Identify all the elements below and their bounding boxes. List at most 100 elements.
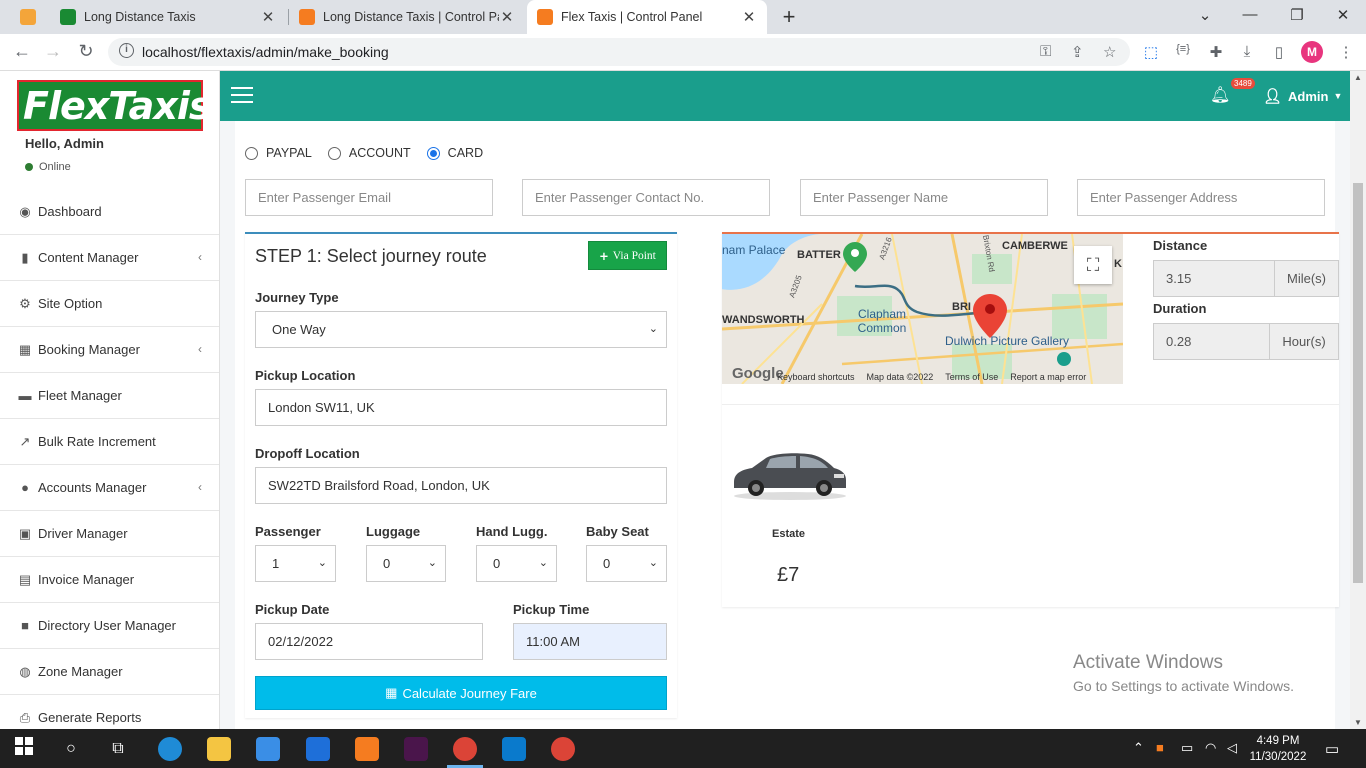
file-explorer-icon[interactable] bbox=[207, 737, 231, 761]
close-icon[interactable]: ✕ bbox=[499, 8, 515, 26]
sidebar-item-invoice-manager[interactable]: ▤ Invoice Manager bbox=[0, 557, 219, 603]
radio-card[interactable] bbox=[426, 146, 440, 160]
payment-option-account[interactable]: ACCOUNT bbox=[327, 146, 411, 160]
payment-option-card[interactable]: CARD bbox=[426, 146, 483, 160]
sidebar-item-dashboard[interactable]: ◉ Dashboard bbox=[0, 189, 219, 235]
report-error-link[interactable]: Report a map error bbox=[1010, 372, 1086, 382]
clock[interactable]: 4:49 PM 11/30/2022 bbox=[1243, 733, 1313, 765]
palette-icon: ◉ bbox=[19, 203, 31, 219]
journey-type-select[interactable]: One Way ⌄ bbox=[255, 311, 667, 348]
terms-link[interactable]: Terms of Use bbox=[945, 372, 998, 382]
radio-account[interactable] bbox=[327, 146, 341, 160]
chrome-icon[interactable] bbox=[453, 737, 477, 761]
xampp-icon[interactable] bbox=[355, 737, 379, 761]
hand-luggage-count-select[interactable]: 0 ⌄ bbox=[476, 545, 557, 582]
admin-dropdown[interactable]: 👤︎ Admin ▼ bbox=[1263, 87, 1342, 105]
browser-tab-2[interactable]: Long Distance Taxis | Control Pan ✕ bbox=[289, 0, 525, 34]
back-icon[interactable]: ← bbox=[11, 41, 33, 62]
passenger-count-select[interactable]: 1 ⌄ bbox=[255, 545, 336, 582]
passenger-email-field[interactable] bbox=[245, 179, 493, 216]
estate-car-image[interactable] bbox=[730, 446, 848, 502]
url-text[interactable]: localhost/flextaxis/admin/make_booking bbox=[142, 44, 389, 60]
sidebar-item-bulk-rate-increment[interactable]: ↗ Bulk Rate Increment bbox=[0, 419, 219, 465]
scrollbar-thumb[interactable] bbox=[1353, 183, 1363, 583]
sidebar-item-zone-manager[interactable]: ◍ Zone Manager bbox=[0, 649, 219, 695]
browser-tab-1[interactable]: Long Distance Taxis ✕ bbox=[50, 0, 286, 34]
windows-start-icon[interactable] bbox=[12, 737, 36, 761]
tray-overflow-icon[interactable]: ⌃ bbox=[1133, 740, 1144, 756]
slack-icon[interactable] bbox=[404, 737, 428, 761]
pickup-location-field[interactable]: London SW11, UK bbox=[255, 389, 667, 426]
new-tab-button[interactable]: + bbox=[777, 4, 801, 30]
passenger-contact-field[interactable] bbox=[522, 179, 770, 216]
passenger-name-field[interactable] bbox=[800, 179, 1048, 216]
sidebar-item-directory-user-manager[interactable]: ■ Directory User Manager bbox=[0, 603, 219, 649]
sidebar-item-accounts-manager[interactable]: ● Accounts Manager ‹ bbox=[0, 465, 219, 511]
download-icon[interactable]: ⤓ bbox=[1237, 43, 1257, 60]
logo[interactable]: FlexTaxis bbox=[17, 80, 211, 131]
vscode-icon[interactable] bbox=[502, 737, 526, 761]
sidebar-item-fleet-manager[interactable]: ▬ Fleet Manager bbox=[0, 373, 219, 419]
distance-unit: Mile(s) bbox=[1274, 260, 1339, 297]
forward-icon[interactable]: → bbox=[42, 41, 64, 62]
radio-paypal[interactable] bbox=[245, 146, 258, 160]
store-icon[interactable] bbox=[256, 737, 280, 761]
share-icon[interactable]: ⇪ bbox=[1071, 43, 1084, 61]
payment-option-paypal[interactable]: PAYPAL bbox=[245, 146, 312, 160]
sidebar-item-booking-manager[interactable]: ▦ Booking Manager ‹ bbox=[0, 327, 219, 373]
reload-icon[interactable]: ↻ bbox=[75, 41, 97, 62]
sidebar-item-driver-manager[interactable]: ▣ Driver Manager bbox=[0, 511, 219, 557]
window-close-icon[interactable]: ✕ bbox=[1333, 6, 1353, 24]
hamburger-menu-icon[interactable] bbox=[231, 87, 253, 103]
profile-avatar[interactable]: M bbox=[1301, 41, 1323, 63]
luggage-count-select[interactable]: 0 ⌄ bbox=[366, 545, 446, 582]
xampp-tray-icon[interactable]: ■ bbox=[1156, 740, 1164, 755]
tab-title: Flex Taxis | Control Panel bbox=[561, 10, 703, 24]
url-field[interactable]: i localhost/flextaxis/admin/make_booking… bbox=[108, 38, 1130, 66]
tab-search-icon[interactable]: ⌄ bbox=[1195, 6, 1215, 24]
close-icon[interactable]: ✕ bbox=[260, 8, 276, 26]
pickup-date-field[interactable]: 02/12/2022 bbox=[255, 623, 483, 660]
device-icon[interactable]: ▭ bbox=[1181, 740, 1193, 756]
fullscreen-icon[interactable]: ⛶ bbox=[1074, 246, 1112, 284]
site-info-icon[interactable]: i bbox=[119, 43, 134, 58]
passenger-count-label: Passenger bbox=[255, 524, 321, 539]
calculate-fare-button[interactable]: ▦ Calculate Journey Fare bbox=[255, 676, 667, 710]
volume-icon[interactable]: ◁ bbox=[1227, 740, 1237, 756]
notifications-icon[interactable]: ▭ bbox=[1325, 740, 1339, 758]
key-icon[interactable]: ⚿ bbox=[1040, 43, 1051, 60]
edge-icon[interactable] bbox=[158, 737, 182, 761]
sidebar-item-content-manager[interactable]: ▮ Content Manager ‹ bbox=[0, 235, 219, 281]
keyboard-shortcuts-link[interactable]: Keyboard shortcuts bbox=[777, 372, 855, 382]
sidebar-toggle-icon[interactable] bbox=[20, 9, 36, 25]
puzzle-icon[interactable]: ✚ bbox=[1206, 43, 1226, 61]
wifi-icon[interactable]: ◠ bbox=[1205, 740, 1216, 756]
sidebar-item-label: Directory User Manager bbox=[38, 618, 176, 633]
sidebar: FlexTaxis Hello, Admin Online ◉ Dashboar… bbox=[0, 71, 220, 729]
baby-seat-count-select[interactable]: 0 ⌄ bbox=[586, 545, 667, 582]
side-panel-icon[interactable]: ▯ bbox=[1269, 43, 1289, 61]
sidebar-item-site-option[interactable]: ⚙ Site Option bbox=[0, 281, 219, 327]
close-icon[interactable]: ✕ bbox=[741, 8, 757, 26]
scroll-up-icon[interactable]: ▲ bbox=[1354, 73, 1362, 82]
route-map[interactable]: nam Palace BATTER CAMBERWE K WANDSWORTH … bbox=[722, 234, 1123, 384]
chrome-profile-icon[interactable] bbox=[551, 737, 575, 761]
restore-icon[interactable]: ❐ bbox=[1287, 6, 1307, 24]
extension-icon[interactable]: ⬚ bbox=[1141, 43, 1161, 61]
sidebar-item-generate-reports[interactable]: ⎙ Generate Reports bbox=[0, 695, 219, 729]
page-scrollbar[interactable]: ▲ ▼ bbox=[1350, 71, 1366, 729]
search-icon[interactable]: ○ bbox=[59, 737, 83, 761]
passenger-address-field[interactable] bbox=[1077, 179, 1325, 216]
star-icon[interactable]: ☆ bbox=[1103, 43, 1116, 61]
json-extension-icon[interactable]: {≡} bbox=[1173, 43, 1193, 55]
minimize-icon[interactable]: — bbox=[1240, 6, 1260, 23]
dropoff-location-field[interactable]: SW22TD Brailsford Road, London, UK bbox=[255, 467, 667, 504]
via-point-button[interactable]: + Via Point bbox=[588, 241, 667, 270]
bell-icon[interactable]: 🔔︎ bbox=[1210, 85, 1230, 105]
pickup-time-field[interactable]: 11:00 AM bbox=[513, 623, 667, 660]
mail-icon[interactable] bbox=[306, 737, 330, 761]
menu-dots-icon[interactable]: ⋮ bbox=[1336, 43, 1356, 61]
scroll-down-icon[interactable]: ▼ bbox=[1354, 718, 1362, 727]
task-view-icon[interactable]: ⧉ bbox=[106, 737, 130, 761]
browser-tab-3[interactable]: Flex Taxis | Control Panel ✕ bbox=[527, 0, 767, 34]
